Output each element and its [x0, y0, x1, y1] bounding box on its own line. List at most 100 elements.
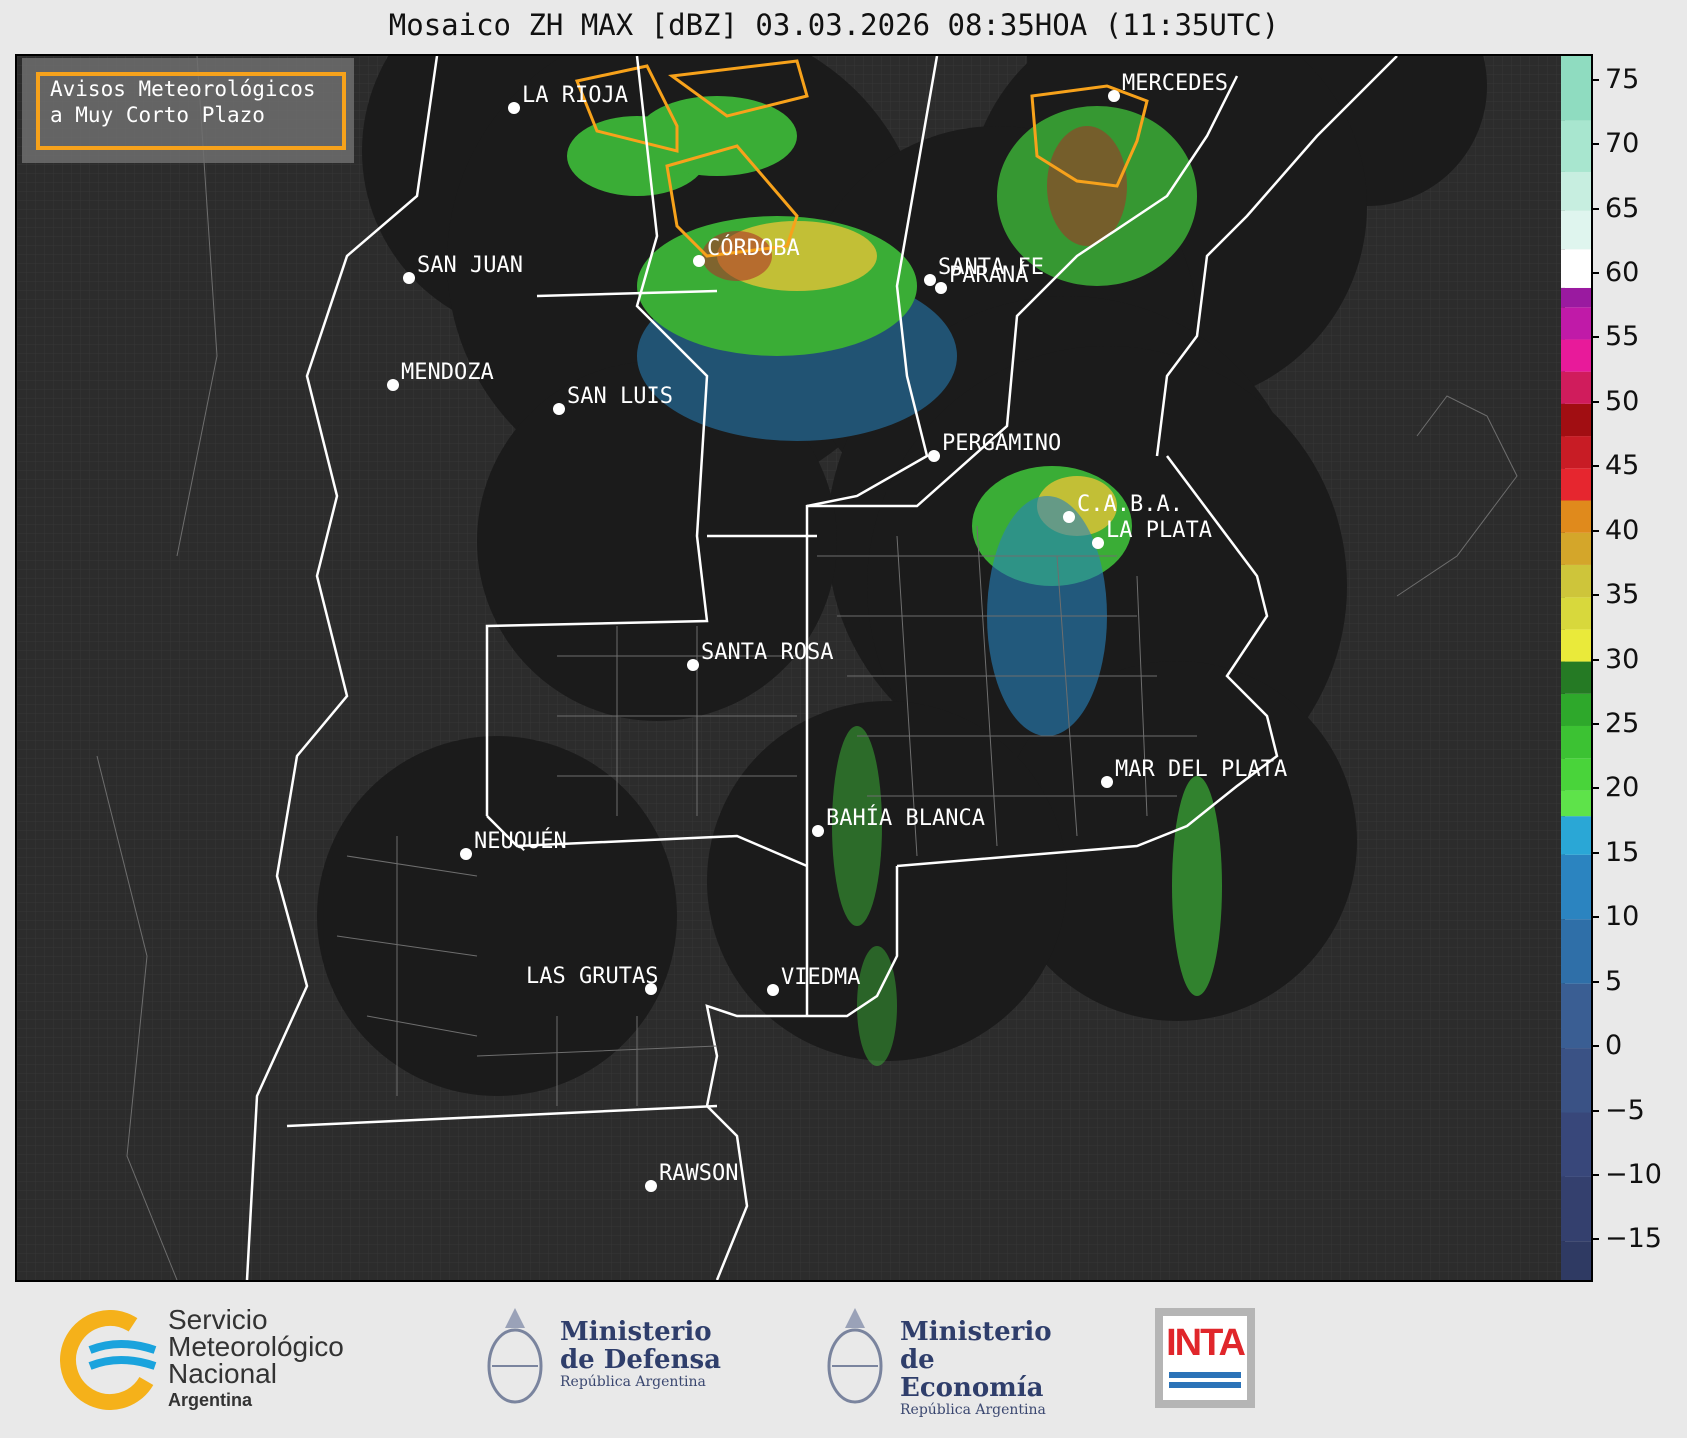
inta-wordmark: INTA [1166, 1322, 1246, 1364]
coat-of-arms-icon [487, 1308, 543, 1404]
colorbar-band [1561, 371, 1591, 404]
colorbar-band [1561, 661, 1591, 694]
inta-logo[interactable]: INTA [1155, 1308, 1255, 1408]
colorbar-tick-label: −15 [1605, 1223, 1662, 1255]
colorbar-tick-label: 65 [1605, 192, 1640, 224]
economia-line-2: de Economía [900, 1345, 1044, 1403]
colorbar-band [1561, 210, 1591, 250]
colorbar-tick-label: 75 [1605, 63, 1640, 95]
city-label: LAS GRUTAS [526, 964, 658, 989]
colorbar-band [1561, 500, 1591, 533]
colorbar-band [1561, 983, 1591, 1049]
city-marker[interactable] [1063, 511, 1075, 523]
colorbar-band [1561, 725, 1591, 759]
colorbar-tick-label: 30 [1605, 643, 1640, 675]
colorbar-tick-label: 25 [1605, 707, 1640, 739]
colorbar-tick-label: 5 [1605, 965, 1623, 997]
colorbar-band [1561, 120, 1591, 172]
colorbar-band [1561, 307, 1591, 340]
colorbar-band [1561, 564, 1591, 598]
city-label: SAN LUIS [567, 384, 673, 409]
colorbar-band [1561, 339, 1591, 372]
city-marker[interactable] [1108, 90, 1120, 102]
economia-sub: República Argentina [900, 1402, 1046, 1418]
colorbar-band [1561, 854, 1591, 920]
defensa-logo[interactable]: Ministerio de Defensa República Argentin… [480, 1298, 740, 1418]
colorbar-tick-label: 40 [1605, 514, 1640, 546]
city-label: LA RIOJA [522, 83, 628, 108]
defensa-line-2: de Defensa [560, 1345, 721, 1375]
colorbar-tick-label: 45 [1605, 450, 1640, 482]
colorbar-band [1561, 629, 1591, 662]
city-marker[interactable] [928, 450, 940, 462]
city-marker[interactable] [387, 379, 399, 391]
colorbar-band [1561, 468, 1591, 501]
city-label: MAR DEL PLATA [1115, 757, 1287, 782]
economia-logo[interactable]: Ministerio de Economía República Argenti… [820, 1298, 1080, 1418]
colorbar-tick-label: 35 [1605, 579, 1640, 611]
city-marker[interactable] [403, 272, 415, 284]
legend-line-1: Avisos Meteorológicos [50, 77, 316, 101]
city-marker[interactable] [924, 274, 936, 286]
city-label: MERCEDES [1122, 71, 1228, 96]
city-marker[interactable] [508, 102, 520, 114]
map-canvas[interactable]: LA RIOJA MERCEDESCÓRDOBASAN JUAN SANTA FEP… [17, 56, 1563, 1280]
colorbar-tick-label: −5 [1605, 1094, 1645, 1126]
city-label: PARANÁ [949, 262, 1028, 288]
warning-legend-frame: Avisos Meteorológicos a Muy Corto Plazo [36, 72, 346, 150]
legend-line-2: a Muy Corto Plazo [50, 103, 265, 127]
city-marker[interactable] [687, 659, 699, 671]
colorbar-tick-label: 70 [1605, 128, 1640, 160]
coat-of-arms-icon [827, 1308, 883, 1404]
colorbar-band [1561, 693, 1591, 726]
city-marker[interactable] [935, 282, 947, 294]
reflectivity-colorbar [1561, 54, 1593, 1282]
colorbar-band [1561, 403, 1591, 437]
colorbar-band [1561, 790, 1591, 817]
city-marker[interactable] [460, 848, 472, 860]
colorbar-tick-label: 50 [1605, 385, 1640, 417]
colorbar-tick-label: −10 [1605, 1158, 1662, 1190]
city-label: C.A.B.A. [1077, 492, 1183, 517]
radar-map[interactable]: LA RIOJA MERCEDES CÓRDOBA SAN JUAN SANTA FE P… [15, 54, 1565, 1282]
colorbar-tick-label: 55 [1605, 321, 1640, 353]
city-label: MENDOZA [401, 360, 494, 385]
defensa-line-1: Ministerio [560, 1317, 712, 1347]
warning-legend: Avisos Meteorológicos a Muy Corto Plazo [22, 58, 354, 163]
colorbar-band [1561, 287, 1591, 308]
smn-emblem-icon [60, 1310, 160, 1410]
colorbar-band [1561, 1112, 1591, 1177]
city-label: RAWSON [659, 1161, 738, 1186]
colorbar-tick-label: 10 [1605, 901, 1640, 933]
city-label: LA PLATA [1106, 518, 1212, 543]
smn-line-4: Argentina [168, 1390, 253, 1410]
colorbar-band [1561, 816, 1591, 855]
colorbar-tick-label: 0 [1605, 1030, 1623, 1062]
radar-coverage [317, 56, 1487, 1096]
smn-line-2: Meteorológico [168, 1331, 344, 1362]
smn-line-1: Servicio [168, 1304, 268, 1335]
colorbar-gradient [1561, 56, 1591, 1280]
city-marker[interactable] [553, 403, 565, 415]
city-marker[interactable] [812, 825, 824, 837]
city-marker[interactable] [767, 984, 779, 996]
colorbar-band [1561, 919, 1591, 984]
city-marker[interactable] [1092, 537, 1104, 549]
city-marker[interactable] [693, 255, 705, 267]
colorbar-tick-label: 15 [1605, 836, 1640, 868]
defensa-sub: República Argentina [560, 1374, 706, 1390]
colorbar-band [1561, 758, 1591, 791]
city-label: PERGAMINO [942, 431, 1061, 456]
city-marker[interactable] [645, 1180, 657, 1192]
footer-logos: Servicio Meteorológico Nacional Argentin… [0, 1280, 1687, 1438]
smn-logo[interactable]: Servicio Meteorológico Nacional Argentin… [60, 1306, 390, 1410]
colorbar-band [1561, 1048, 1591, 1113]
city-marker[interactable] [1101, 776, 1113, 788]
smn-line-3: Nacional [168, 1358, 277, 1389]
city-label: BAHÍA BLANCA [826, 805, 985, 831]
map-title: Mosaico ZH MAX [dBZ] 03.03.2026 08:35HOA… [388, 8, 1280, 42]
city-label: CÓRDOBA [707, 235, 800, 261]
colorbar-band [1561, 56, 1591, 121]
colorbar-band [1561, 249, 1591, 288]
colorbar-band [1561, 1241, 1591, 1280]
